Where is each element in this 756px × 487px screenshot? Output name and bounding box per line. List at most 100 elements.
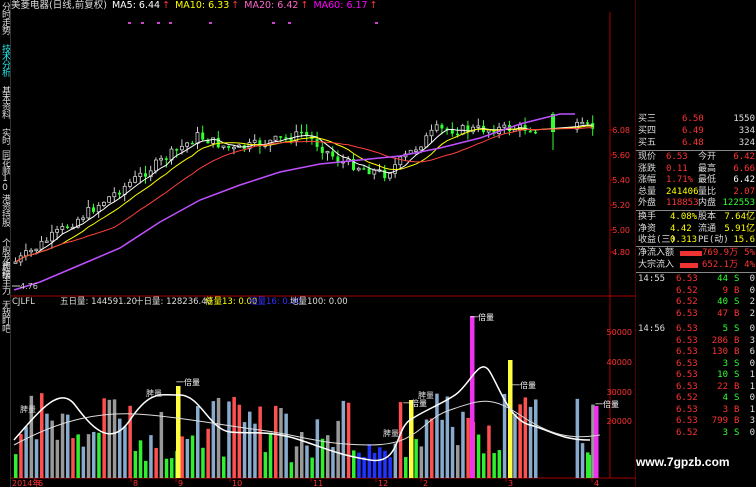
- tick-row: 6.53 3 S 0: [636, 359, 756, 370]
- price-tick-label: 5.00: [612, 226, 630, 235]
- tick-price: 6.53: [676, 416, 698, 426]
- book-label: 买三: [638, 114, 657, 124]
- tick-price: 6.53: [676, 324, 698, 334]
- volume-bar: [445, 396, 450, 478]
- candle-body: [201, 132, 205, 140]
- tick-time: 14:55: [638, 274, 666, 284]
- volume-flag-label: 脾量: [383, 428, 399, 438]
- volume-bar-highlight: [508, 360, 513, 478]
- sidebar-tab-fenshi[interactable]: 分时走势: [0, 2, 10, 42]
- quote-panel: 买三 6.50 1550 买四 6.49 334 买五 6.48 324 现价 6.53 今开 6.42…: [636, 110, 756, 487]
- quote-info-row: 换手 4.08% 股本 7.64亿: [636, 212, 756, 223]
- volume-bar: [92, 431, 96, 478]
- sidebar-tab-shishi[interactable]: 实时10: [0, 128, 10, 148]
- volume-flag-label: 脾量: [418, 390, 434, 400]
- volume-bar: [346, 402, 351, 478]
- volume-bar: [138, 440, 143, 478]
- tick-price: 6.53: [676, 347, 698, 357]
- flow-label: 大宗流入: [638, 259, 675, 270]
- candle-body: [60, 226, 65, 230]
- stat-value: 118853: [666, 198, 699, 208]
- volume-bar: [34, 439, 39, 478]
- candle-body: [133, 176, 138, 183]
- tick-volume: 44: [717, 274, 728, 284]
- ma5-line: [15, 124, 593, 263]
- info-value: 4.42: [670, 223, 692, 234]
- ma60-label: MA60: 6.17: [313, 0, 368, 11]
- candle-body: [221, 145, 226, 148]
- volume-bar: [76, 434, 80, 478]
- volume-bar: [40, 393, 44, 478]
- panel-separator: [636, 150, 756, 151]
- tick-count: 0: [749, 427, 755, 438]
- flow-label: 净流入额: [638, 248, 675, 258]
- volume-bar: [206, 428, 210, 478]
- stat-label: 外盘: [638, 198, 657, 208]
- tick-volume: 3: [722, 358, 728, 369]
- sidebar-tab-gangzi[interactable]: 港资持股: [0, 194, 10, 236]
- volume-bar: [279, 408, 283, 478]
- book-label: 买四: [638, 126, 657, 136]
- ma5-label: MA5: 6.44: [111, 0, 161, 11]
- candle-body: [102, 201, 106, 206]
- sidebar-tab-jishu[interactable]: 技术分析: [0, 44, 10, 84]
- volume-bar: [476, 434, 481, 478]
- volume-bar: [71, 438, 75, 478]
- tick-volume: 9: [722, 285, 728, 296]
- volume-bar: [97, 432, 101, 478]
- stat-label: 最低: [698, 175, 717, 185]
- candle-body: [86, 206, 91, 219]
- stat-value: 6.53: [666, 152, 688, 162]
- tick-price: 6.52: [676, 393, 698, 403]
- tick-volume: 5: [722, 324, 728, 334]
- fund-flow-bar: [680, 262, 698, 268]
- candle-body: [387, 172, 392, 179]
- candle-body: [112, 192, 117, 198]
- tick-count: 3: [749, 335, 755, 346]
- panel-separator: [636, 246, 756, 247]
- info-label: 流通: [698, 223, 717, 234]
- volume-bar: [320, 438, 325, 478]
- info-label: 换手: [638, 212, 657, 222]
- volume-bar: [310, 457, 314, 478]
- sidebar-tab-wudi[interactable]: 无敌盯吧: [0, 300, 10, 340]
- volume-bar: [133, 451, 138, 478]
- candle-body: [413, 149, 418, 152]
- volume-bar: [128, 405, 132, 478]
- tick-row: 6.52 4 S 0: [636, 393, 756, 404]
- chart-canvas[interactable]: 6.08 5.60 5.40 5.20 5.00 4.80 4.76 CJLFL 五日量: 14…: [0, 0, 636, 487]
- book-price: 6.50: [682, 114, 704, 124]
- tick-volume: 47: [717, 308, 728, 319]
- price-tick-label: 4.80: [612, 248, 630, 257]
- quote-stat-row: 总量 241406 量比 2.07: [636, 187, 756, 198]
- signal-marker: [209, 22, 212, 24]
- candle-body: [252, 139, 257, 143]
- tick-side: S: [734, 297, 740, 307]
- tick-price: 6.53: [676, 335, 698, 346]
- candle-body: [190, 142, 194, 145]
- volume-bar: [185, 438, 190, 478]
- volume-bar: [492, 453, 496, 478]
- candle-body: [127, 181, 132, 187]
- sidebar-tab-jiben[interactable]: 基本资料: [0, 86, 10, 126]
- tick-price: 6.53: [676, 370, 698, 380]
- candle-body: [300, 131, 303, 134]
- tick-side: S: [734, 324, 740, 334]
- tick-row: 6.53 47 B 2: [636, 309, 756, 320]
- volume-bar: [190, 435, 195, 478]
- info-value: 15.6: [733, 235, 755, 245]
- candle-body: [164, 158, 168, 160]
- sidebar-tab-chaoji[interactable]: 超级主力: [0, 262, 10, 298]
- sidebar-tab-tonghuashun[interactable]: 同花顺10: [0, 150, 10, 192]
- tick-volume: 22: [717, 381, 728, 392]
- stat-label: 总量: [638, 186, 657, 197]
- tick-volume: 40: [717, 297, 728, 307]
- volume-flag-label: 脾量: [146, 388, 162, 398]
- stat-label: 现价: [638, 152, 657, 162]
- volume-bar: [81, 446, 86, 478]
- volume-bar: [248, 411, 252, 478]
- tick-side: B: [734, 416, 740, 426]
- stat-value: 1.71%: [666, 175, 694, 185]
- tick-row: 6.53 3 B 1: [636, 405, 756, 416]
- info-value: 5.91亿: [724, 223, 755, 234]
